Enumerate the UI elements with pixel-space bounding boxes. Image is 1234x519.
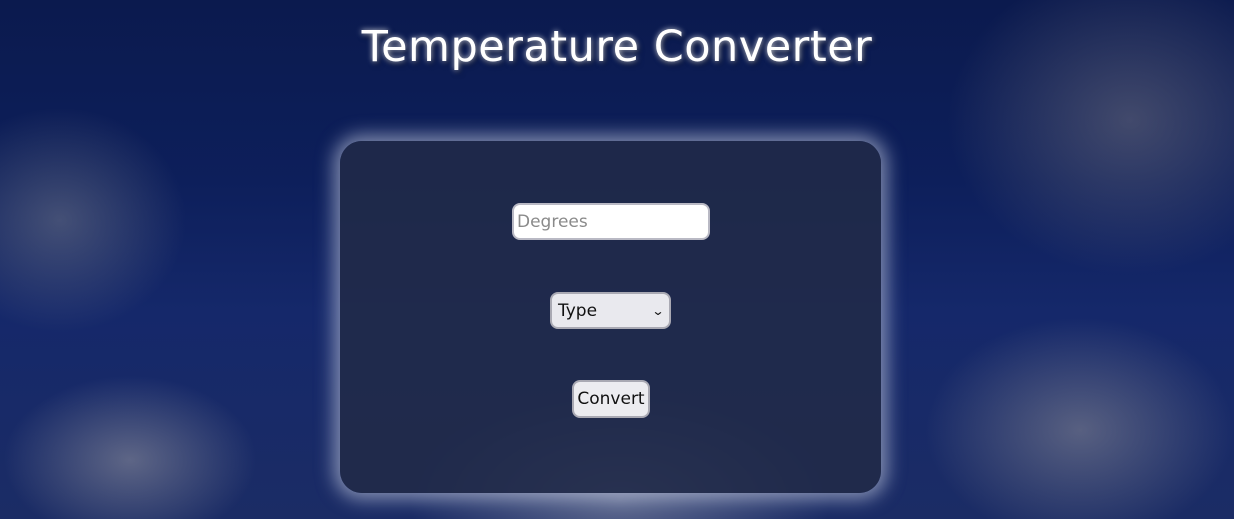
converter-card: Type ⌄ Convert <box>340 141 881 493</box>
convert-button[interactable]: Convert <box>572 380 650 418</box>
page-title: Temperature Converter <box>361 22 873 72</box>
degrees-input[interactable] <box>512 203 710 240</box>
type-select[interactable]: Type ⌄ <box>550 292 671 329</box>
type-select-value: Type <box>558 300 598 321</box>
chevron-down-icon: ⌄ <box>651 303 665 318</box>
